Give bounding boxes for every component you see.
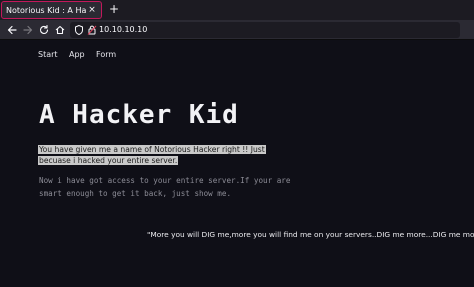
page-heading: A Hacker Kid (39, 100, 239, 130)
back-arrow-icon[interactable] (6, 24, 18, 36)
home-icon[interactable] (54, 24, 66, 36)
forward-arrow-icon[interactable] (22, 24, 34, 36)
url-bar[interactable]: 10.10.10.10 (70, 22, 460, 38)
mono-paragraph: Now i have got access to your entire ser… (39, 176, 291, 198)
close-tab-icon[interactable]: × (87, 5, 97, 15)
nav-link-app[interactable]: App (69, 50, 85, 60)
selected-paragraph: You have given me a name of Notorious Ha… (38, 145, 283, 166)
new-tab-icon[interactable]: + (108, 3, 120, 15)
page-content: Start App Form A Hacker Kid You have giv… (0, 41, 474, 287)
url-text[interactable]: 10.10.10.10 (99, 24, 147, 36)
page-info-icon[interactable] (86, 24, 98, 36)
nav-toolbar: 10.10.10.10 (0, 20, 474, 40)
tab-title: Notorious Kid : A Hacker (6, 5, 86, 15)
tab-strip: Notorious Kid : A Hacker × + (0, 0, 474, 20)
nav-link-form[interactable]: Form (96, 50, 116, 60)
shield-icon[interactable] (73, 24, 85, 36)
selected-paragraph-text: You have given me a name of Notorious Ha… (38, 145, 266, 165)
nav-link-start[interactable]: Start (38, 50, 58, 60)
dig-quote: "More you will DIG me,more you will find… (147, 230, 474, 239)
active-tab[interactable]: Notorious Kid : A Hacker × (1, 1, 102, 19)
reload-icon[interactable] (38, 24, 50, 36)
